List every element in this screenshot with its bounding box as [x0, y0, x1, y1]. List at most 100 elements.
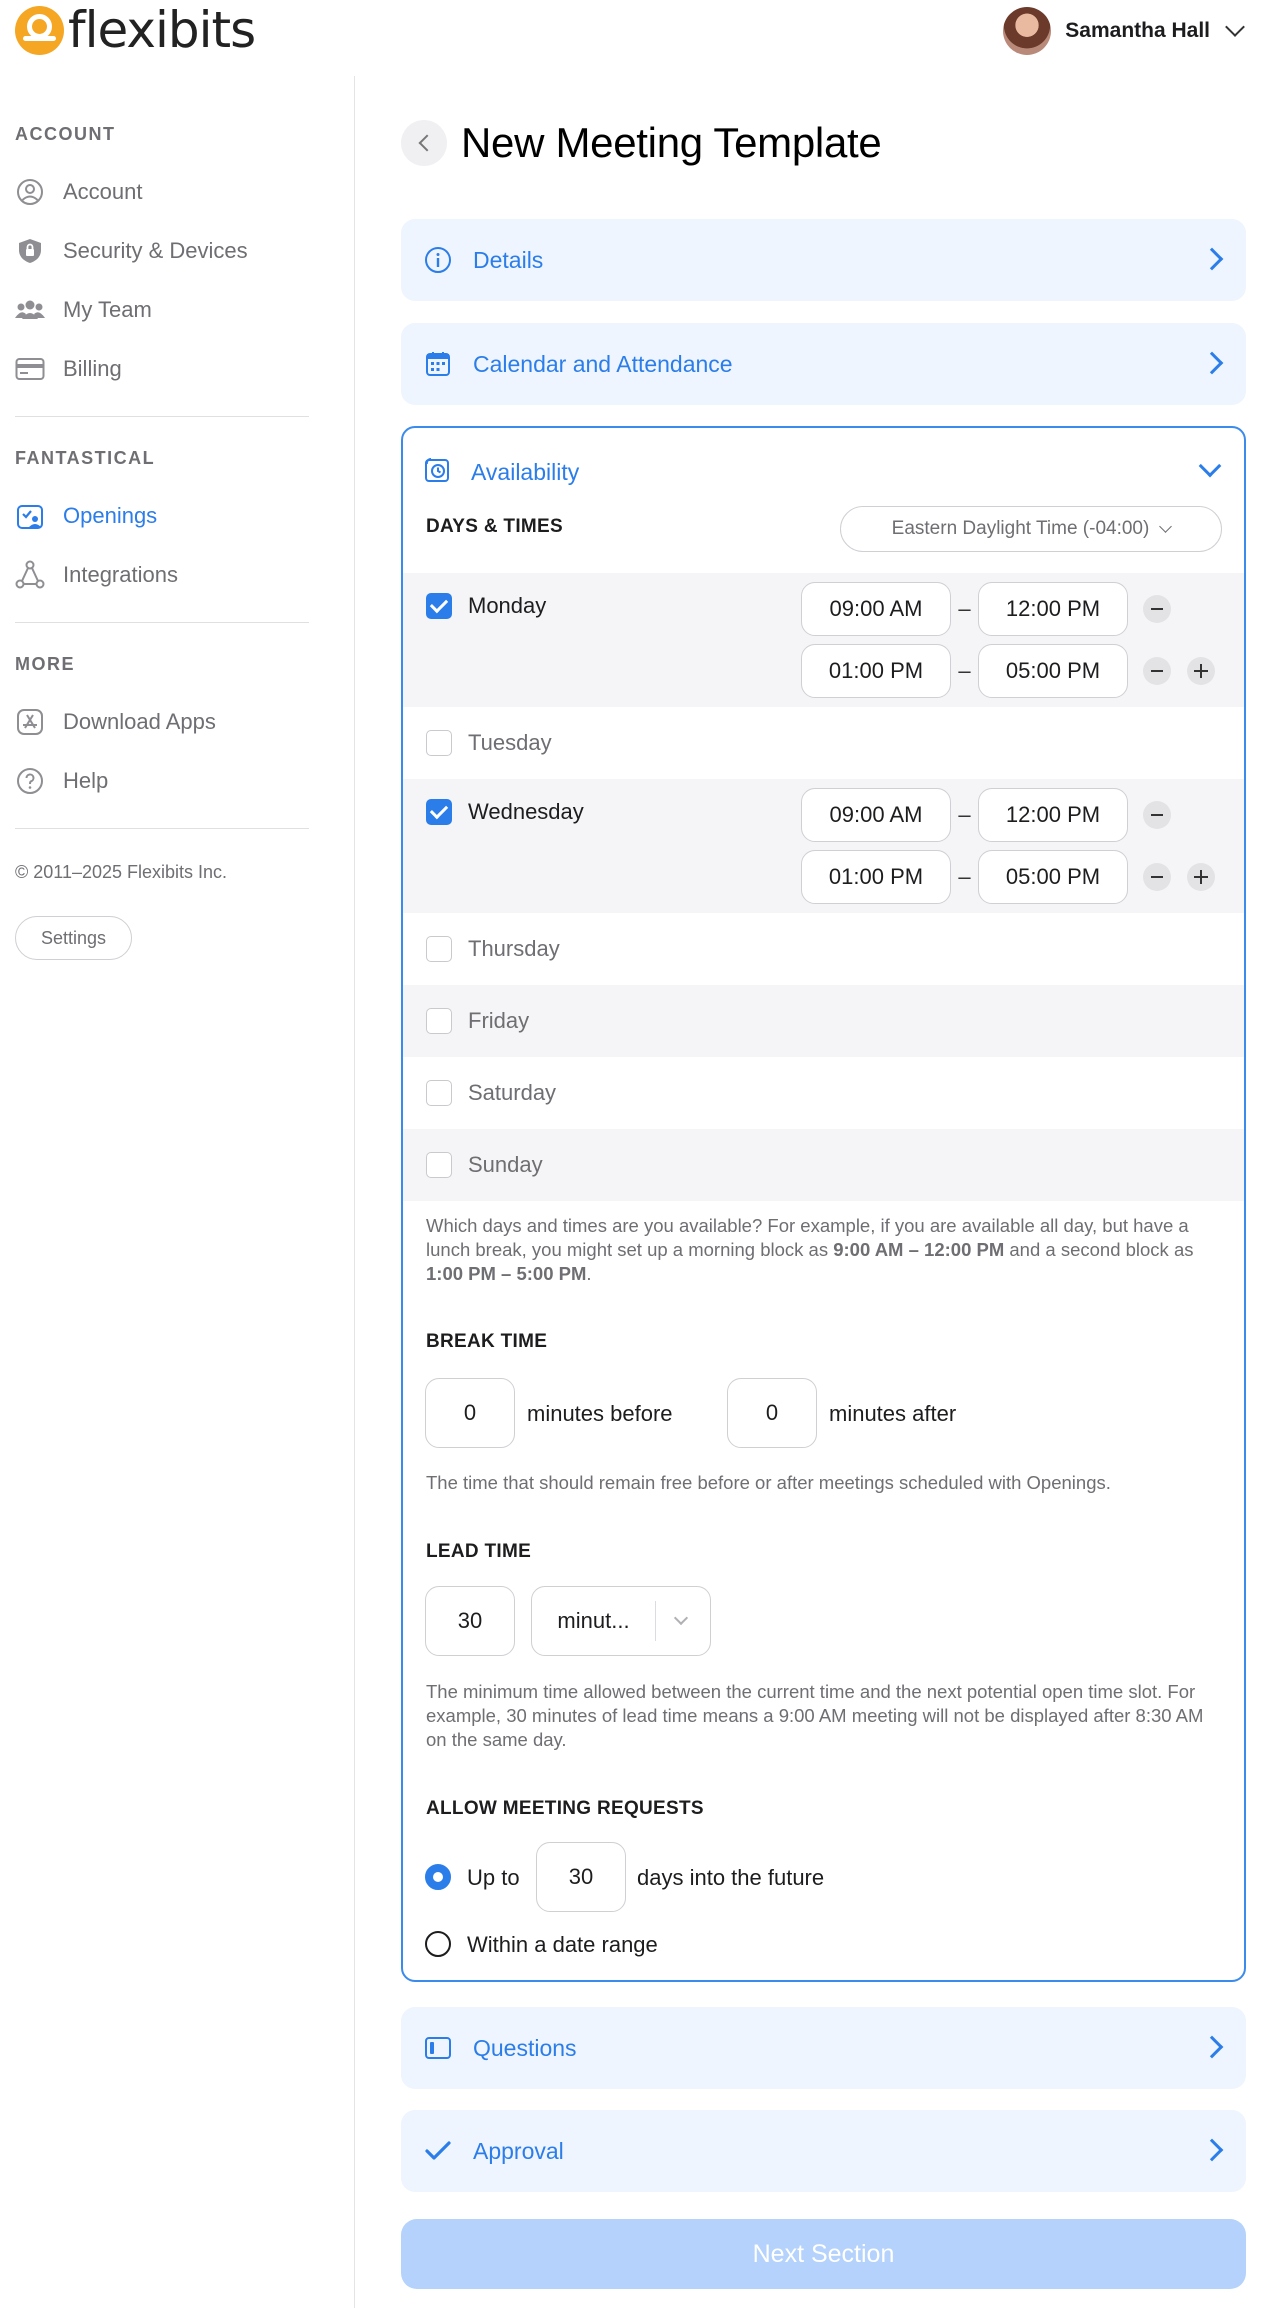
start-time-input[interactable]: 01:00 PM — [801, 850, 951, 904]
sidebar-item-label: Account — [63, 179, 143, 204]
brand-name: flexibits — [68, 1, 256, 59]
thursday-checkbox[interactable] — [426, 936, 452, 962]
break-after-input[interactable]: 0 — [727, 1378, 817, 1448]
day-name: Monday — [468, 593, 547, 618]
lead-time-unit-select[interactable]: minut... — [531, 1586, 711, 1656]
add-slot-button[interactable] — [1187, 657, 1215, 685]
days-help-text: Which days and times are you available? … — [426, 1215, 1194, 1284]
chevron-down-icon[interactable] — [1198, 454, 1222, 478]
sidebar-item-help[interactable]: Help — [15, 761, 108, 801]
section-questions[interactable]: Questions — [401, 2007, 1246, 2089]
sunday-checkbox[interactable] — [426, 1152, 452, 1178]
help-icon — [15, 766, 45, 796]
break-before-input[interactable]: 0 — [425, 1378, 515, 1448]
end-time-input[interactable]: 05:00 PM — [978, 644, 1128, 698]
remove-slot-button[interactable] — [1143, 863, 1171, 891]
credit-card-icon — [15, 354, 45, 384]
time-slot: 01:00 PM – 05:00 PM — [801, 644, 1215, 698]
day-row-saturday: Saturday — [403, 1057, 1244, 1129]
tuesday-checkbox[interactable] — [426, 730, 452, 756]
section-approval-label: Approval — [473, 2137, 564, 2164]
avatar — [1003, 7, 1052, 55]
sidebar-section-fantastical: FANTASTICAL — [15, 448, 156, 468]
sidebar-item-billing[interactable]: Billing — [15, 349, 122, 389]
remove-slot-button[interactable] — [1143, 657, 1171, 685]
day-row-thursday: Thursday — [403, 913, 1244, 985]
app-store-icon — [15, 707, 45, 737]
start-time-input[interactable]: 09:00 AM — [801, 788, 951, 842]
top-header: flexibits Samantha Hall — [0, 0, 1266, 64]
page-title: New Meeting Template — [461, 119, 882, 166]
time-slot: 01:00 PM – 05:00 PM — [801, 850, 1215, 904]
time-slot: 09:00 AM – 12:00 PM — [801, 788, 1171, 842]
day-row-sunday: Sunday — [403, 1129, 1244, 1201]
remove-slot-button[interactable] — [1143, 595, 1171, 623]
timezone-select[interactable]: Eastern Daylight Time (-04:00) — [840, 506, 1222, 552]
form-icon — [423, 2033, 453, 2063]
checkmark-icon — [423, 2136, 453, 2166]
up-to-label: Up to — [467, 1865, 520, 1890]
day-name: Sunday — [468, 1152, 543, 1177]
start-time-input[interactable]: 01:00 PM — [801, 644, 951, 698]
user-menu[interactable]: Samantha Hall — [1003, 6, 1245, 56]
start-time-input[interactable]: 09:00 AM — [801, 582, 951, 636]
wednesday-checkbox[interactable] — [426, 799, 452, 825]
sidebar-item-label: Integrations — [63, 562, 178, 587]
day-row-tuesday: Tuesday — [403, 707, 1244, 779]
sidebar-divider — [15, 416, 309, 417]
chevron-right-icon — [1200, 2138, 1224, 2162]
sidebar-item-account[interactable]: Account — [15, 172, 143, 212]
section-details[interactable]: Details — [401, 219, 1246, 301]
copyright-text: © 2011–2025 Flexibits Inc. — [15, 862, 228, 882]
day-name: Saturday — [468, 1080, 557, 1105]
calendar-icon — [423, 349, 453, 379]
flexibits-logo-icon — [15, 6, 64, 55]
lead-time-input[interactable]: 30 — [425, 1586, 515, 1656]
days-into-future-input[interactable]: 30 — [536, 1842, 626, 1912]
section-approval[interactable]: Approval — [401, 2110, 1246, 2192]
saturday-checkbox[interactable] — [426, 1080, 452, 1106]
friday-checkbox[interactable] — [426, 1008, 452, 1034]
sidebar-item-download-apps[interactable]: Download Apps — [15, 702, 216, 742]
sidebar-item-label: Security & Devices — [63, 238, 248, 263]
date-range-radio[interactable] — [425, 1931, 451, 1957]
end-time-input[interactable]: 05:00 PM — [978, 850, 1128, 904]
sidebar-item-security[interactable]: Security & Devices — [15, 231, 248, 271]
settings-button[interactable]: Settings — [15, 916, 132, 960]
info-icon — [423, 245, 453, 275]
break-after-label: minutes after — [829, 1401, 957, 1426]
lead-help-text: The minimum time allowed between the cur… — [426, 1681, 1204, 1750]
monday-checkbox[interactable] — [426, 593, 452, 619]
day-row-monday: Monday 09:00 AM – 12:00 PM 01:00 PM – 05… — [403, 573, 1244, 707]
up-to-radio[interactable] — [425, 1864, 451, 1890]
timezone-value: Eastern Daylight Time (-04:00) — [891, 518, 1150, 539]
sidebar-item-my-team[interactable]: My Team — [15, 290, 152, 330]
clock-calendar-icon — [423, 456, 451, 489]
break-before-label: minutes before — [527, 1401, 673, 1426]
sidebar-item-integrations[interactable]: Integrations — [15, 555, 178, 595]
sidebar-section-account: ACCOUNT — [15, 124, 116, 144]
day-name: Tuesday — [468, 730, 552, 755]
back-button[interactable] — [401, 120, 447, 166]
remove-slot-button[interactable] — [1143, 801, 1171, 829]
sidebar-section-more: MORE — [15, 654, 75, 674]
sidebar-divider — [15, 828, 309, 829]
sidebar-item-openings[interactable]: Openings — [15, 496, 157, 536]
days-into-future-label: days into the future — [637, 1865, 825, 1890]
sidebar-item-label: My Team — [63, 297, 152, 322]
day-name: Wednesday — [468, 799, 584, 824]
flexibits-logo[interactable]: flexibits — [15, 1, 256, 59]
end-time-input[interactable]: 12:00 PM — [978, 582, 1128, 636]
day-name: Thursday — [468, 936, 560, 961]
section-availability-label: Availability — [471, 459, 580, 485]
end-time-input[interactable]: 12:00 PM — [978, 788, 1128, 842]
section-calendar-attendance[interactable]: Calendar and Attendance — [401, 323, 1246, 405]
add-slot-button[interactable] — [1187, 863, 1215, 891]
next-section-button[interactable]: Next Section — [401, 2219, 1246, 2289]
openings-icon — [15, 501, 45, 531]
chevron-down-icon — [673, 1610, 689, 1626]
section-availability: Availability DAYS & TIMES Eastern Daylig… — [401, 426, 1246, 1982]
sidebar-item-label: Openings — [63, 503, 158, 528]
section-calendar-label: Calendar and Attendance — [473, 350, 733, 377]
availability-header[interactable]: Availability — [423, 456, 579, 489]
